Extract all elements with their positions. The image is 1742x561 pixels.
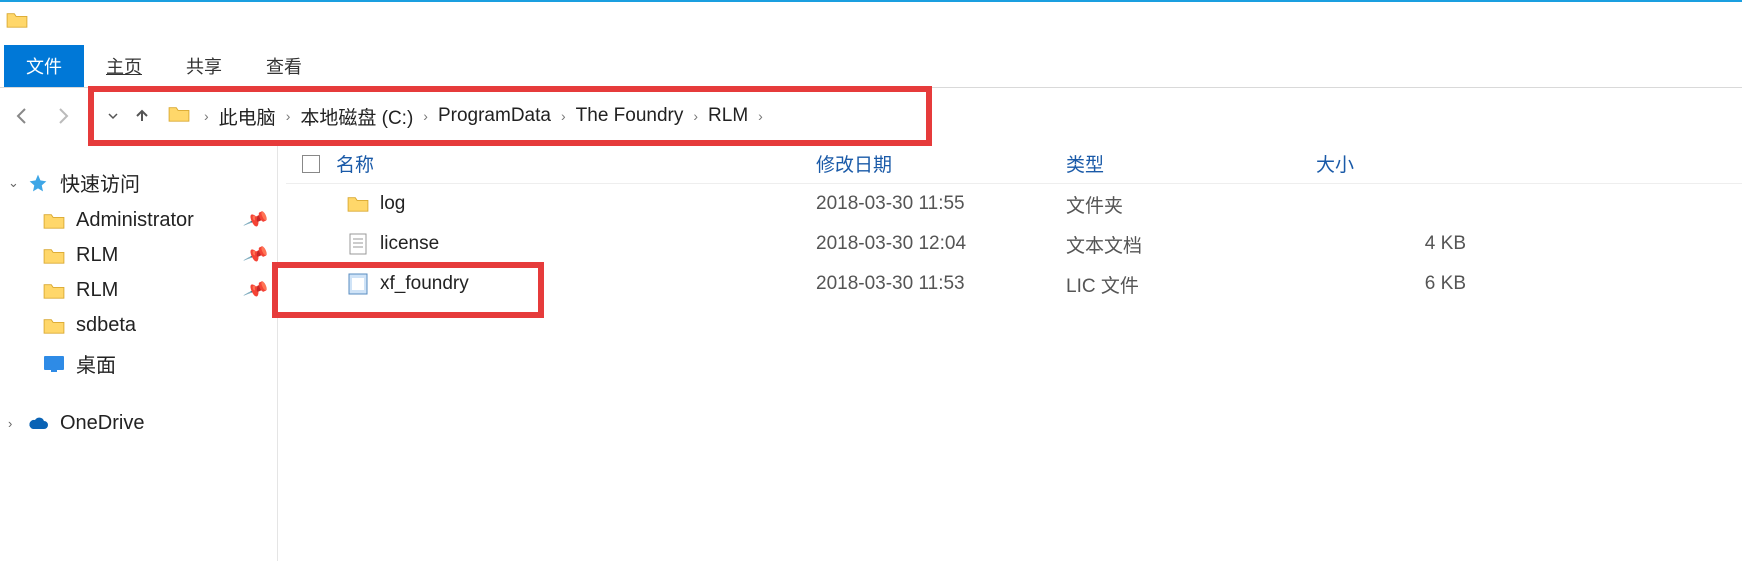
column-headers: 名称 修改日期 类型 大小 — [286, 144, 1742, 184]
file-name: xf_foundry — [380, 273, 469, 295]
tab-home[interactable]: 主页 — [84, 45, 164, 87]
chevron-right-icon[interactable]: › — [423, 108, 428, 124]
file-row-xf-foundry[interactable]: xf_foundry 2018-03-30 11:53 LIC 文件 6 KB — [286, 264, 1742, 304]
sidebar-item-label: 桌面 — [76, 349, 116, 378]
folder-icon — [42, 315, 66, 337]
file-type: 文件夹 — [1066, 191, 1316, 218]
nav-sidebar: ⌄ 快速访问 Administrator 📌 RLM 📌 RLM 📌 sdbet… — [0, 144, 278, 561]
tab-file[interactable]: 文件 — [4, 45, 84, 87]
file-type: 文本文档 — [1066, 231, 1316, 258]
sidebar-item-label: sdbeta — [76, 314, 136, 337]
file-list-pane: 名称 修改日期 类型 大小 log 2018-03-30 11:55 文件夹 l… — [278, 144, 1742, 561]
sidebar-item-rlm-2[interactable]: RLM 📌 — [0, 273, 277, 308]
window-folder-icon — [6, 11, 30, 35]
chevron-down-icon[interactable]: ⌄ — [8, 175, 26, 191]
sidebar-item-label: 快速访问 — [60, 168, 140, 197]
sidebar-item-sdbeta[interactable]: sdbeta — [0, 308, 277, 343]
sidebar-item-label: OneDrive — [60, 412, 144, 435]
file-date: 2018-03-30 11:55 — [816, 193, 1066, 215]
cloud-icon — [26, 413, 50, 435]
column-header-name[interactable]: 名称 — [336, 150, 816, 177]
nav-back-button[interactable] — [8, 101, 38, 131]
sidebar-item-label: RLM — [76, 279, 118, 302]
breadcrumb-this-pc[interactable]: 此电脑 — [215, 101, 280, 132]
chevron-right-icon[interactable]: › — [204, 108, 209, 124]
address-bar-highlight: › 此电脑 › 本地磁盘 (C:) › ProgramData › The Fo… — [88, 86, 932, 146]
file-row-log[interactable]: log 2018-03-30 11:55 文件夹 — [286, 184, 1742, 224]
chevron-right-icon[interactable]: › — [561, 108, 566, 124]
star-icon — [26, 172, 50, 194]
sidebar-item-desktop[interactable]: 桌面 — [0, 343, 277, 384]
pin-icon: 📌 — [242, 242, 270, 269]
column-header-size[interactable]: 大小 — [1316, 150, 1496, 177]
nav-up-button[interactable] — [130, 104, 154, 128]
main-area: ⌄ 快速访问 Administrator 📌 RLM 📌 RLM 📌 sdbet… — [0, 144, 1742, 561]
file-size: 6 KB — [1316, 273, 1496, 295]
sidebar-item-rlm-1[interactable]: RLM 📌 — [0, 238, 277, 273]
file-date: 2018-03-30 12:04 — [816, 233, 1066, 255]
sidebar-item-label: RLM — [76, 244, 118, 267]
select-all-checkbox[interactable] — [286, 155, 336, 173]
column-header-date[interactable]: 修改日期 — [816, 150, 1066, 177]
file-name: license — [380, 233, 439, 255]
breadcrumb-foundry[interactable]: The Foundry — [572, 103, 688, 129]
tab-share[interactable]: 共享 — [164, 45, 244, 87]
chevron-right-icon[interactable]: › — [758, 108, 763, 124]
chevron-right-icon[interactable]: › — [286, 108, 291, 124]
title-bar — [0, 0, 1742, 44]
pin-icon: 📌 — [242, 277, 270, 304]
sidebar-item-label: Administrator — [76, 209, 194, 232]
folder-icon — [346, 192, 370, 216]
breadcrumb-rlm[interactable]: RLM — [704, 103, 752, 129]
folder-icon — [42, 210, 66, 232]
nav-forward-button[interactable] — [48, 101, 78, 131]
breadcrumb-drive-c[interactable]: 本地磁盘 (C:) — [296, 101, 417, 132]
pin-icon: 📌 — [242, 207, 270, 234]
breadcrumb-programdata[interactable]: ProgramData — [434, 103, 555, 129]
text-file-icon — [346, 232, 370, 256]
folder-icon — [42, 245, 66, 267]
file-type: LIC 文件 — [1066, 271, 1316, 298]
folder-icon — [42, 280, 66, 302]
lic-file-icon — [346, 272, 370, 296]
sidebar-item-administrator[interactable]: Administrator 📌 — [0, 203, 277, 238]
file-date: 2018-03-30 11:53 — [816, 273, 1066, 295]
chevron-right-icon[interactable]: › — [693, 108, 698, 124]
sidebar-item-onedrive[interactable]: › OneDrive — [0, 406, 277, 441]
nav-row: › 此电脑 › 本地磁盘 (C:) › ProgramData › The Fo… — [0, 88, 1742, 144]
column-header-type[interactable]: 类型 — [1066, 150, 1316, 177]
history-dropdown-icon[interactable] — [104, 110, 122, 122]
chevron-right-icon[interactable]: › — [8, 416, 26, 431]
file-name: log — [380, 193, 405, 215]
tab-view[interactable]: 查看 — [244, 45, 324, 87]
file-row-license[interactable]: license 2018-03-30 12:04 文本文档 4 KB — [286, 224, 1742, 264]
file-size: 4 KB — [1316, 233, 1496, 255]
ribbon-tabs: 文件 主页 共享 查看 — [0, 44, 1742, 88]
sidebar-quick-access[interactable]: ⌄ 快速访问 — [0, 162, 277, 203]
address-folder-icon — [168, 105, 192, 127]
desktop-icon — [42, 353, 66, 375]
